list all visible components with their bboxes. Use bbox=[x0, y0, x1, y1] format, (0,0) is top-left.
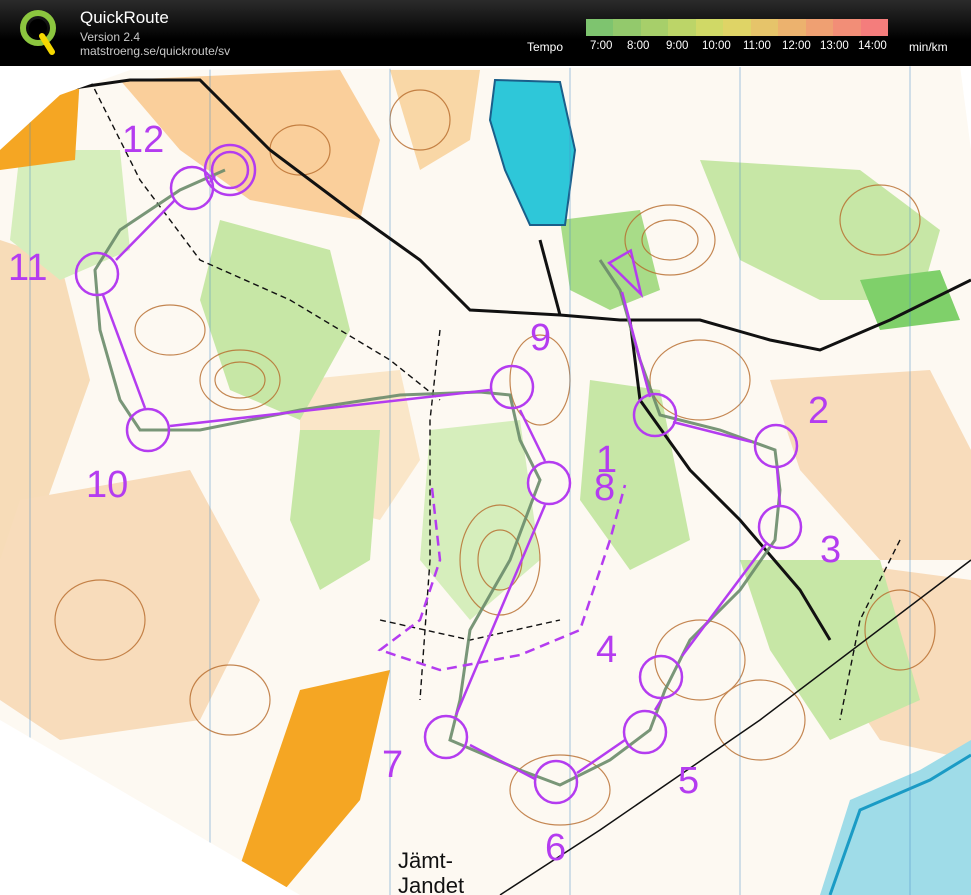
pace-color-legend-bar bbox=[586, 19, 888, 36]
legend-color-cell bbox=[860, 19, 888, 36]
control-number-8: 8 bbox=[594, 467, 615, 509]
control-number-3: 3 bbox=[820, 529, 841, 571]
control-number-6: 6 bbox=[545, 827, 566, 869]
legend-color-cell bbox=[723, 19, 751, 36]
control-number-10: 10 bbox=[86, 464, 128, 506]
legend-label: Tempo bbox=[527, 40, 564, 54]
control-number-5: 5 bbox=[678, 760, 699, 802]
legend-tick: 8:00 bbox=[627, 40, 650, 52]
legend-tick: 7:00 bbox=[590, 40, 613, 52]
legend-color-cell bbox=[695, 19, 724, 36]
legend-color-cell bbox=[778, 19, 806, 36]
legend-color-cell bbox=[668, 19, 696, 36]
app-title: QuickRoute bbox=[80, 8, 169, 27]
legend-tick: 14:00 bbox=[858, 40, 887, 52]
legend-color-cell bbox=[640, 19, 669, 36]
legend-color-cell bbox=[805, 19, 834, 36]
legend-color-cell bbox=[613, 19, 641, 36]
legend-color-cell bbox=[833, 19, 861, 36]
legend-color-cell bbox=[586, 19, 614, 36]
place-name: Jandet bbox=[398, 873, 464, 895]
legend-unit: min/km bbox=[909, 40, 948, 54]
control-number-9: 9 bbox=[530, 317, 551, 359]
legend-tick: 10:00 bbox=[702, 40, 731, 52]
quickroute-logo-icon bbox=[18, 6, 58, 56]
app-header: QuickRoute Version 2.4 matstroeng.se/qui… bbox=[0, 0, 971, 66]
legend-color-cell bbox=[750, 19, 779, 36]
legend-ticks: 7:00 8:00 9:00 10:00 11:00 12:00 13:00 1… bbox=[586, 40, 896, 54]
app-url[interactable]: matstroeng.se/quickroute/sv bbox=[80, 44, 230, 58]
app-version: Version 2.4 bbox=[80, 30, 141, 44]
control-number-7: 7 bbox=[382, 744, 403, 786]
control-number-12: 12 bbox=[122, 119, 164, 161]
control-number-11: 11 bbox=[8, 247, 47, 289]
map-terrain: Jämt- Jandet bbox=[0, 66, 971, 895]
control-number-2: 2 bbox=[808, 390, 829, 432]
legend-tick: 12:00 bbox=[782, 40, 811, 52]
legend-tick: 11:00 bbox=[743, 40, 771, 52]
legend-tick: 13:00 bbox=[820, 40, 849, 52]
orienteering-map[interactable]: Jämt- Jandet 1 2 3 4 5 6 7 8 9 10 11 12 bbox=[0, 66, 971, 895]
legend-tick: 9:00 bbox=[666, 40, 689, 52]
control-number-4: 4 bbox=[596, 629, 617, 671]
place-name: Jämt- bbox=[398, 848, 453, 873]
